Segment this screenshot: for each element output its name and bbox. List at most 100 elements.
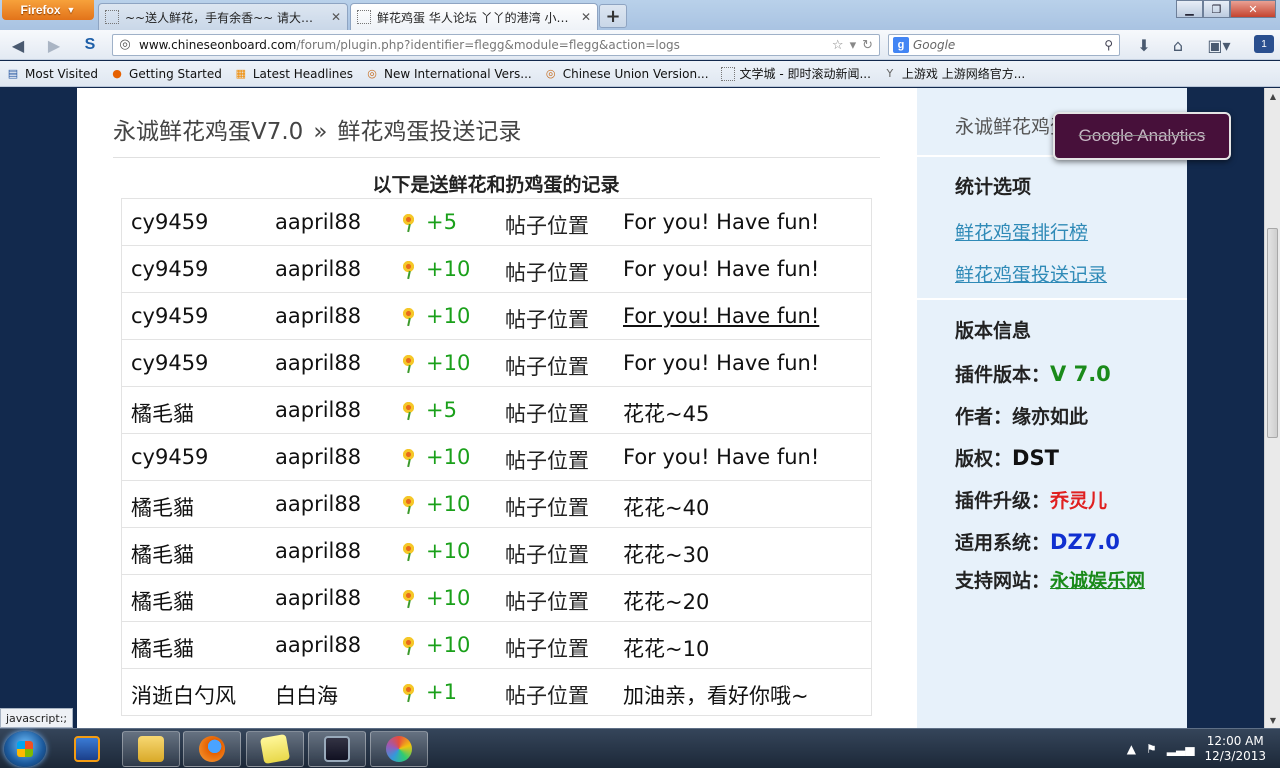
restore-icon[interactable]: ❐ bbox=[1203, 0, 1230, 18]
start-button[interactable] bbox=[4, 731, 46, 767]
receiver-name[interactable]: aapril88 bbox=[275, 304, 361, 328]
sender-name[interactable]: cy9459 bbox=[131, 351, 208, 375]
flower-icon bbox=[400, 400, 420, 420]
explorer-task[interactable] bbox=[122, 731, 180, 767]
sticky-notes-icon bbox=[259, 733, 291, 765]
sender-name[interactable]: 橘毛貓 bbox=[131, 586, 194, 616]
google-icon[interactable]: g bbox=[893, 37, 909, 53]
url-bar[interactable]: ◎ www.chineseonboard.com /forum/plugin.p… bbox=[112, 34, 880, 56]
sender-name[interactable]: cy9459 bbox=[131, 210, 208, 234]
receiver-name[interactable]: aapril88 bbox=[275, 492, 361, 516]
sender-name[interactable]: 橘毛貓 bbox=[131, 539, 194, 569]
paint-task[interactable] bbox=[370, 731, 428, 767]
bookmark-latest-headlines[interactable]: ▦ Latest Headlines bbox=[228, 67, 359, 81]
firefox-menu-button[interactable]: Firefox ▼ bbox=[2, 0, 94, 20]
flower-icon bbox=[400, 353, 420, 373]
receiver-name[interactable]: aapril88 bbox=[275, 539, 361, 563]
receiver-name[interactable]: aapril88 bbox=[275, 351, 361, 375]
home-icon[interactable]: ⌂ bbox=[1166, 35, 1190, 55]
page-scrollbar[interactable]: ▲ ▼ bbox=[1264, 88, 1280, 728]
firefox-task[interactable] bbox=[183, 731, 241, 767]
gift-message: For you! Have fun! bbox=[623, 445, 820, 469]
receiver-name[interactable]: aapril88 bbox=[275, 210, 361, 234]
firefox-icon bbox=[199, 736, 225, 762]
globe-icon: ◎ bbox=[119, 37, 131, 52]
receiver-name[interactable]: aapril88 bbox=[275, 586, 361, 610]
flower-amount: +10 bbox=[400, 586, 470, 610]
media-player-task[interactable] bbox=[58, 731, 116, 767]
google-analytics-popup[interactable]: Google Analytics bbox=[1053, 112, 1231, 160]
table-row: cy9459 aapril88 +10 帖子位置 For you! Have f… bbox=[121, 293, 872, 340]
bookmark-new-international-version[interactable]: ◎ New International Vers... bbox=[359, 67, 538, 81]
s-extension-icon[interactable]: S bbox=[78, 35, 102, 55]
media-player-icon bbox=[74, 736, 100, 762]
terminal-task[interactable] bbox=[308, 731, 366, 767]
receiver-name[interactable]: 白白海 bbox=[275, 680, 338, 710]
receiver-name[interactable]: aapril88 bbox=[275, 445, 361, 469]
sender-name[interactable]: 橘毛貓 bbox=[131, 633, 194, 663]
flower-amount: +10 bbox=[400, 492, 470, 516]
sender-name[interactable]: cy9459 bbox=[131, 445, 208, 469]
post-position-link[interactable]: 帖子位置 bbox=[505, 586, 589, 616]
search-icon[interactable]: ⚲ bbox=[1104, 38, 1119, 52]
bookmark-getting-started[interactable]: ● Getting Started bbox=[104, 67, 228, 81]
network-signal-icon[interactable]: ▂▃▅ bbox=[1167, 742, 1195, 756]
minimize-icon[interactable]: ▁ bbox=[1176, 0, 1203, 18]
receiver-name[interactable]: aapril88 bbox=[275, 257, 361, 281]
reload-icon[interactable]: ↻ bbox=[862, 38, 873, 53]
bookmark-chinese-union-version[interactable]: ◎ Chinese Union Version... bbox=[538, 67, 715, 81]
scroll-thumb[interactable] bbox=[1267, 228, 1278, 438]
close-icon[interactable]: ✕ bbox=[581, 10, 591, 24]
upgrade-label: 插件升级： bbox=[955, 490, 1051, 512]
post-position-link[interactable]: 帖子位置 bbox=[505, 398, 589, 428]
site-label: 支持网站： bbox=[955, 570, 1051, 592]
post-position-link[interactable]: 帖子位置 bbox=[505, 445, 589, 475]
support-site-link[interactable]: 永诚娱乐网 bbox=[1050, 570, 1145, 592]
download-icon[interactable]: ⬇ bbox=[1132, 35, 1156, 55]
post-position-link[interactable]: 帖子位置 bbox=[505, 633, 589, 663]
sender-name[interactable]: 消逝白勺风 bbox=[131, 680, 236, 710]
tab-flower-egg[interactable]: 鲜花鸡蛋 华人论坛 丫丫的港湾 小说 ... ✕ bbox=[350, 3, 598, 30]
back-arrow-icon[interactable]: ◀ bbox=[6, 35, 30, 55]
bookmark-most-visited[interactable]: ▤ Most Visited bbox=[0, 67, 104, 81]
clock[interactable]: 12:00 AM 12/3/2013 bbox=[1204, 734, 1266, 764]
close-icon[interactable]: ✕ bbox=[331, 10, 341, 24]
sender-name[interactable]: 橘毛貓 bbox=[131, 398, 194, 428]
divider bbox=[917, 298, 1187, 300]
window-close-icon[interactable]: ✕ bbox=[1230, 0, 1276, 18]
post-position-link[interactable]: 帖子位置 bbox=[505, 257, 589, 287]
dropdown-arrow-icon[interactable]: ▾ bbox=[850, 38, 857, 53]
addon-badge-icon[interactable]: 1 bbox=[1254, 35, 1274, 53]
sticky-notes-task[interactable] bbox=[246, 731, 304, 767]
forward-arrow-icon[interactable]: ▶ bbox=[42, 35, 66, 55]
sender-name[interactable]: cy9459 bbox=[131, 304, 208, 328]
bookmark-shangyouxi[interactable]: Y 上游戏 上游网络官方... bbox=[877, 65, 1031, 82]
sender-name[interactable]: cy9459 bbox=[131, 257, 208, 281]
delivery-log-link[interactable]: 鲜花鸡蛋投送记录 bbox=[955, 260, 1107, 287]
ranking-link[interactable]: 鲜花鸡蛋排行榜 bbox=[955, 218, 1088, 245]
addon-toolbar-icon[interactable]: ▣▾ bbox=[1204, 35, 1234, 55]
bookmark-star-icon[interactable]: ☆ bbox=[832, 38, 844, 53]
post-position-link[interactable]: 帖子位置 bbox=[505, 304, 589, 334]
show-hidden-icons-icon[interactable]: ▲ bbox=[1127, 742, 1136, 756]
action-center-flag-icon[interactable]: ⚑ bbox=[1146, 742, 1157, 756]
scroll-up-icon[interactable]: ▲ bbox=[1265, 88, 1280, 104]
sender-name[interactable]: 橘毛貓 bbox=[131, 492, 194, 522]
breadcrumb-root[interactable]: 永诚鲜花鸡蛋V7.0 bbox=[113, 119, 303, 145]
post-position-link[interactable]: 帖子位置 bbox=[505, 210, 589, 240]
receiver-name[interactable]: aapril88 bbox=[275, 633, 361, 657]
new-tab-button[interactable]: + bbox=[599, 4, 627, 28]
bookmark-folder-icon: ▤ bbox=[7, 67, 19, 80]
post-position-link[interactable]: 帖子位置 bbox=[505, 351, 589, 381]
url-path: /forum/plugin.php?identifier=flegg&modul… bbox=[296, 38, 680, 52]
post-position-link[interactable]: 帖子位置 bbox=[505, 680, 589, 710]
tab-gift-flowers[interactable]: ~~送人鲜花，手有余香~~ 请大家先... ✕ bbox=[98, 3, 348, 30]
bookmark-label: Latest Headlines bbox=[252, 66, 354, 81]
gift-message-hovered[interactable]: For you! Have fun! bbox=[623, 304, 819, 328]
search-box[interactable]: g Google ⚲ bbox=[888, 34, 1120, 56]
post-position-link[interactable]: 帖子位置 bbox=[505, 492, 589, 522]
receiver-name[interactable]: aapril88 bbox=[275, 398, 361, 422]
post-position-link[interactable]: 帖子位置 bbox=[505, 539, 589, 569]
scroll-down-icon[interactable]: ▼ bbox=[1265, 712, 1280, 728]
bookmark-wenxuecheng[interactable]: 文学城 - 即时滚动新闻... bbox=[715, 65, 877, 82]
